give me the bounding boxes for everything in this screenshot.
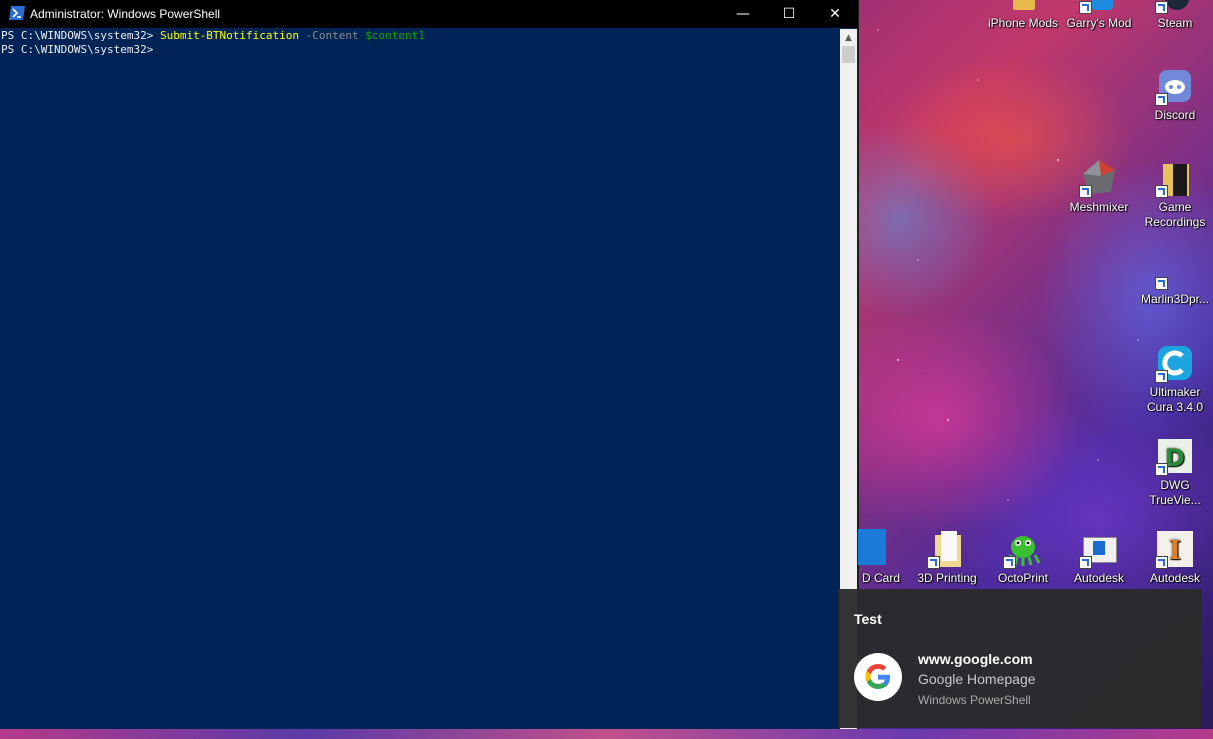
shortcut-arrow-icon bbox=[1155, 277, 1168, 290]
desktop-icon-label: Marlin3Dpr... bbox=[1140, 292, 1210, 306]
desktop-icon-garrys-mod[interactable]: Garry's Mod bbox=[1061, 0, 1137, 31]
folder-icon bbox=[1003, 0, 1043, 14]
desktop-icon-sd-card[interactable]: D Card bbox=[830, 529, 900, 586]
desktop-icon-marlin3dprinter[interactable]: Marlin3Dpr... bbox=[1137, 250, 1213, 307]
meshmixer-icon bbox=[1079, 158, 1119, 198]
desktop-icon-label: Meshmixer bbox=[1069, 200, 1129, 214]
desktop-icon-label: Steam bbox=[1157, 16, 1193, 30]
desktop-icon-label: iPhone Mods bbox=[987, 16, 1059, 30]
command-text: Submit-BTNotification bbox=[159, 29, 300, 42]
prompt-text: PS C:\WINDOWS\system32> bbox=[1, 43, 154, 56]
autodesk-icon bbox=[1079, 529, 1119, 569]
steam-icon bbox=[1155, 0, 1195, 14]
desktop-icon-game-recordings[interactable]: Game Recordings bbox=[1137, 158, 1213, 230]
svg-text:D: D bbox=[1165, 444, 1185, 472]
folder-icon bbox=[1155, 158, 1195, 198]
desktop-icon-autodesk-2[interactable]: I Autodesk bbox=[1137, 529, 1213, 586]
shortcut-arrow-icon bbox=[1079, 185, 1092, 198]
folder-icon bbox=[927, 529, 967, 569]
google-logo-icon bbox=[854, 653, 902, 701]
minimize-button[interactable]: — bbox=[720, 0, 766, 28]
toast-attribution: Windows PowerShell bbox=[918, 693, 1031, 707]
console-line: PS C:\WINDOWS\system32> bbox=[1, 43, 839, 57]
autodesk-inventor-icon: I bbox=[1155, 529, 1195, 569]
desktop-icon-octoprint[interactable]: OctoPrint bbox=[985, 529, 1061, 586]
shortcut-arrow-icon bbox=[1155, 556, 1168, 569]
wallpaper-bottom-strip bbox=[0, 729, 1213, 739]
shortcut-arrow-icon bbox=[1155, 93, 1168, 106]
desktop-icon-label: Autodesk bbox=[1073, 571, 1125, 585]
desktop-icon-label: D Card bbox=[861, 571, 900, 585]
desktop-icon-label: 3D Printing bbox=[917, 571, 977, 585]
scroll-up-arrow-icon[interactable]: ▲ bbox=[840, 29, 857, 46]
desktop-icon-label: Discord bbox=[1154, 108, 1196, 122]
desktop-icon-label: DWG TrueVie... bbox=[1149, 478, 1201, 507]
toast-title: Test bbox=[854, 611, 882, 627]
shortcut-arrow-icon bbox=[1079, 556, 1092, 569]
discord-icon bbox=[1155, 66, 1195, 106]
maximize-button[interactable]: ☐ bbox=[766, 0, 812, 28]
garrys-mod-icon bbox=[1079, 0, 1119, 14]
desktop-icon-autodesk-1[interactable]: Autodesk bbox=[1061, 529, 1137, 586]
desktop-icon-ultimaker-cura[interactable]: Ultimaker Cura 3.4.0 bbox=[1137, 343, 1213, 415]
svg-text:I: I bbox=[1169, 536, 1181, 566]
desktop-icon-label: Autodesk bbox=[1149, 571, 1201, 585]
toast-heading: www.google.com bbox=[918, 651, 1033, 667]
title-bar[interactable]: Administrator: Windows PowerShell — ☐ ✕ bbox=[0, 0, 858, 28]
toast-notification[interactable]: Test www.google.com Google Homepage Wind… bbox=[838, 589, 1202, 728]
shortcut-arrow-icon bbox=[1155, 185, 1168, 198]
scroll-thumb[interactable] bbox=[842, 46, 855, 63]
powershell-icon bbox=[9, 6, 25, 20]
desktop-icon-steam[interactable]: Steam bbox=[1137, 0, 1213, 31]
desktop-icon-discord[interactable]: Discord bbox=[1137, 66, 1213, 123]
sd-card-icon bbox=[858, 529, 898, 569]
desktop-icon-dwg-trueview[interactable]: D DWG TrueVie... bbox=[1137, 436, 1213, 508]
parameter-text: -Content bbox=[299, 29, 366, 42]
powershell-window[interactable]: Administrator: Windows PowerShell — ☐ ✕ … bbox=[0, 0, 859, 729]
desktop-icon-label: OctoPrint bbox=[997, 571, 1048, 585]
desktop-icon-label: Ultimaker Cura 3.4.0 bbox=[1146, 385, 1204, 414]
cura-icon bbox=[1155, 343, 1195, 383]
desktop-icon-meshmixer[interactable]: Meshmixer bbox=[1061, 158, 1137, 215]
shortcut-arrow-icon bbox=[1003, 556, 1016, 569]
console-line: PS C:\WINDOWS\system32> Submit-BTNotific… bbox=[1, 29, 839, 43]
window-title: Administrator: Windows PowerShell bbox=[30, 7, 221, 21]
shortcut-arrow-icon bbox=[1155, 370, 1168, 383]
console-output[interactable]: PS C:\WINDOWS\system32> Submit-BTNotific… bbox=[1, 29, 839, 729]
variable-text: $content1 bbox=[365, 29, 425, 42]
marlin-icon bbox=[1155, 250, 1195, 290]
close-button[interactable]: ✕ bbox=[812, 0, 858, 28]
desktop-icon-iphone-mods[interactable]: iPhone Mods bbox=[985, 0, 1061, 31]
shortcut-arrow-icon bbox=[1079, 1, 1092, 14]
shortcut-arrow-icon bbox=[927, 556, 940, 569]
shortcut-arrow-icon bbox=[1155, 1, 1168, 14]
desktop-icon-label: Garry's Mod bbox=[1066, 16, 1132, 30]
shortcut-arrow-icon bbox=[1155, 463, 1168, 476]
toast-body: Google Homepage bbox=[918, 671, 1036, 687]
octoprint-icon bbox=[1003, 529, 1043, 569]
prompt-text: PS C:\WINDOWS\system32> bbox=[1, 29, 160, 42]
desktop-icon-3d-printing[interactable]: 3D Printing bbox=[909, 529, 985, 586]
desktop-icon-label: Game Recordings bbox=[1144, 200, 1206, 229]
dwg-trueview-icon: D bbox=[1155, 436, 1195, 476]
